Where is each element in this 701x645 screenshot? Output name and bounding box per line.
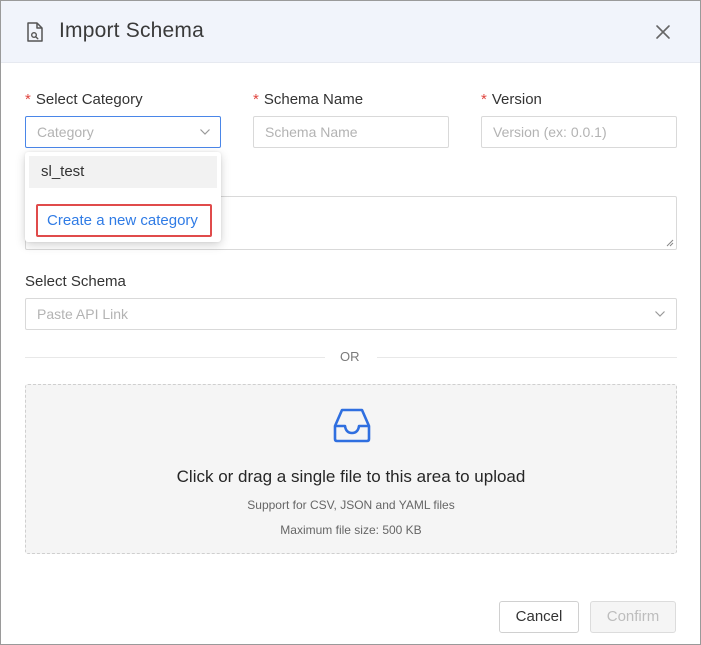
chevron-down-icon xyxy=(200,129,210,135)
highlight-box: Create a new category xyxy=(36,204,212,237)
cancel-button[interactable]: Cancel xyxy=(499,601,579,633)
category-select[interactable]: Category xyxy=(25,116,221,148)
version-label: * Version xyxy=(481,91,542,108)
divider-left xyxy=(25,357,325,358)
dialog-footer: Cancel Confirm xyxy=(1,579,700,644)
chevron-down-icon xyxy=(655,311,665,317)
api-link-placeholder: Paste API Link xyxy=(37,306,129,322)
create-category-link[interactable]: Create a new category xyxy=(47,212,198,229)
upload-support-text: Support for CSV, JSON and YAML files xyxy=(247,498,455,512)
inbox-icon xyxy=(333,408,371,443)
category-label: * Select Category xyxy=(25,91,143,108)
document-icon xyxy=(27,22,43,42)
required-mark: * xyxy=(253,91,259,108)
schema-name-label: * Schema Name xyxy=(253,91,364,108)
category-option[interactable]: sl_test xyxy=(29,156,217,188)
import-schema-dialog: Import Schema * Select Category * Schema N… xyxy=(0,0,701,645)
upload-dropzone[interactable]: Click or drag a single file to this area… xyxy=(25,384,677,554)
api-link-select[interactable]: Paste API Link xyxy=(25,298,677,330)
dialog-header: Import Schema xyxy=(1,1,700,63)
confirm-button[interactable]: Confirm xyxy=(590,601,676,633)
schema-name-input[interactable]: Schema Name xyxy=(253,116,449,148)
schema-name-placeholder: Schema Name xyxy=(265,124,358,140)
resize-handle-icon[interactable] xyxy=(665,238,674,247)
version-input[interactable]: Version (ex: 0.0.1) xyxy=(481,116,677,148)
required-mark: * xyxy=(481,91,487,108)
divider-right xyxy=(377,357,677,358)
category-placeholder: Category xyxy=(37,124,94,140)
select-schema-label: Select Schema xyxy=(25,273,126,290)
close-icon[interactable] xyxy=(653,22,673,42)
version-placeholder: Version (ex: 0.0.1) xyxy=(493,124,607,140)
upload-main-text: Click or drag a single file to this area… xyxy=(176,467,526,486)
dialog-title: Import Schema xyxy=(59,19,204,42)
required-mark: * xyxy=(25,91,31,108)
or-divider-text: OR xyxy=(340,349,360,364)
category-dropdown: sl_test Create a new category xyxy=(25,152,221,242)
upload-size-text: Maximum file size: 500 KB xyxy=(280,523,422,537)
